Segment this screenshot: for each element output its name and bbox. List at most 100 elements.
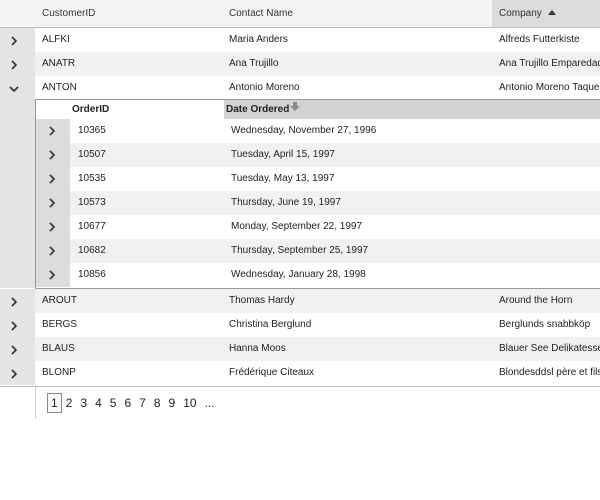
company-cell: Ana Trujillo Emparedados bbox=[499, 58, 600, 69]
detail-header: OrderID Date Ordered bbox=[36, 100, 600, 119]
date-ordered-cell: Tuesday, May 13, 1997 bbox=[231, 173, 335, 184]
chevron-right-icon[interactable] bbox=[46, 269, 58, 281]
orders-detail-table: OrderID Date Ordered 10365 Wednesday, No… bbox=[0, 99, 600, 289]
sort-descending-icon bbox=[290, 102, 300, 111]
customer-id-cell: ANTON bbox=[42, 82, 77, 93]
customers-grid: CustomerID Contact Name Company ALFKI Ma… bbox=[0, 0, 600, 419]
chevron-right-icon[interactable] bbox=[46, 221, 58, 233]
company-cell: Blauer See Delikatessen bbox=[499, 343, 600, 354]
row-expand-cell[interactable] bbox=[0, 313, 35, 337]
date-ordered-cell: Thursday, September 25, 1997 bbox=[231, 245, 369, 256]
table-row[interactable]: 10573 Thursday, June 19, 1997 bbox=[36, 191, 600, 215]
chevron-down-icon[interactable] bbox=[8, 83, 20, 95]
page-link[interactable]: 9 bbox=[165, 394, 180, 412]
table-row[interactable]: ANATR Ana Trujillo Ana Trujillo Empareda… bbox=[0, 52, 600, 76]
row-expand-cell[interactable] bbox=[0, 28, 35, 52]
chevron-right-icon[interactable] bbox=[8, 320, 20, 332]
company-cell: Berglunds snabbköp bbox=[499, 319, 591, 330]
chevron-right-icon[interactable] bbox=[8, 296, 20, 308]
chevron-right-icon[interactable] bbox=[46, 173, 58, 185]
row-expand-cell[interactable] bbox=[0, 289, 35, 313]
contact-name-cell: Ana Trujillo bbox=[229, 58, 279, 69]
chevron-right-icon[interactable] bbox=[46, 197, 58, 209]
pager-indent-band bbox=[0, 387, 36, 419]
order-id-cell: 10677 bbox=[78, 221, 106, 232]
customer-id-cell: AROUT bbox=[42, 295, 77, 306]
page-link[interactable]: 6 bbox=[120, 394, 135, 412]
row-expand-cell[interactable] bbox=[0, 337, 35, 361]
column-header-company[interactable]: Company bbox=[492, 0, 600, 27]
orders-detail-frame: OrderID Date Ordered 10365 Wednesday, No… bbox=[35, 99, 600, 289]
chevron-right-icon[interactable] bbox=[46, 149, 58, 161]
contact-name-cell: Frédérique Citeaux bbox=[229, 367, 315, 378]
table-row[interactable]: BERGS Christina Berglund Berglunds snabb… bbox=[0, 313, 600, 337]
column-header-company-label: Company bbox=[499, 8, 542, 19]
chevron-right-icon[interactable] bbox=[8, 35, 20, 47]
table-row[interactable]: 10507 Tuesday, April 15, 1997 bbox=[36, 143, 600, 167]
contact-name-cell: Antonio Moreno bbox=[229, 82, 300, 93]
table-row[interactable]: 10677 Monday, September 22, 1997 bbox=[36, 215, 600, 239]
page-link[interactable]: 5 bbox=[106, 394, 121, 412]
column-header-customer-id[interactable]: CustomerID bbox=[35, 0, 230, 27]
page-link[interactable]: 2 bbox=[62, 394, 77, 412]
page-link-more[interactable]: ... bbox=[201, 394, 219, 412]
date-ordered-cell: Thursday, June 19, 1997 bbox=[231, 197, 341, 208]
chevron-right-icon[interactable] bbox=[46, 245, 58, 257]
customer-id-cell: BLONP bbox=[42, 367, 76, 378]
column-header-date-ordered[interactable]: Date Ordered bbox=[224, 100, 600, 119]
contact-name-cell: Hanna Moos bbox=[229, 343, 286, 354]
row-expand-cell[interactable] bbox=[36, 191, 70, 215]
page-link-current[interactable]: 1 bbox=[47, 393, 62, 413]
pager: 1 2 3 4 5 6 7 8 9 10 ... bbox=[0, 386, 600, 419]
order-id-cell: 10573 bbox=[78, 197, 106, 208]
row-expand-cell[interactable] bbox=[36, 239, 70, 263]
row-expand-cell[interactable] bbox=[36, 215, 70, 239]
grid-header: CustomerID Contact Name Company bbox=[0, 0, 600, 28]
chevron-right-icon[interactable] bbox=[46, 125, 58, 137]
page-link[interactable]: 4 bbox=[91, 394, 106, 412]
company-cell: Blondesddsl père et fils bbox=[499, 367, 600, 378]
order-id-cell: 10365 bbox=[78, 125, 106, 136]
column-header-order-id[interactable]: OrderID bbox=[72, 100, 109, 119]
page-links: 1 2 3 4 5 6 7 8 9 10 ... bbox=[47, 393, 219, 413]
customer-id-cell: ALFKI bbox=[42, 34, 70, 45]
table-row[interactable]: AROUT Thomas Hardy Around the Horn bbox=[0, 289, 600, 313]
page-link[interactable]: 3 bbox=[76, 394, 91, 412]
row-expand-cell[interactable] bbox=[36, 263, 70, 287]
contact-name-cell: Thomas Hardy bbox=[229, 295, 295, 306]
table-row[interactable]: ALFKI Maria Anders Alfreds Futterkiste bbox=[0, 28, 600, 52]
column-header-contact-name[interactable]: Contact Name bbox=[223, 0, 498, 27]
column-header-order-id-label: OrderID bbox=[72, 104, 110, 115]
customer-id-cell: BLAUS bbox=[42, 343, 75, 354]
date-ordered-cell: Wednesday, November 27, 1996 bbox=[231, 125, 377, 136]
order-id-cell: 10682 bbox=[78, 245, 106, 256]
company-cell: Antonio Moreno Taquería bbox=[499, 82, 600, 93]
table-row[interactable]: 10535 Tuesday, May 13, 1997 bbox=[36, 167, 600, 191]
table-row[interactable]: 10856 Wednesday, January 28, 1998 bbox=[36, 263, 600, 287]
table-row[interactable]: 10682 Thursday, September 25, 1997 bbox=[36, 239, 600, 263]
chevron-right-icon[interactable] bbox=[8, 344, 20, 356]
page-link[interactable]: 10 bbox=[179, 394, 200, 412]
table-row-expanded[interactable]: ANTON Antonio Moreno Antonio Moreno Taqu… bbox=[0, 76, 600, 100]
row-expand-cell[interactable] bbox=[36, 167, 70, 191]
header-expand-column bbox=[0, 0, 35, 27]
row-expand-cell[interactable] bbox=[36, 119, 70, 143]
row-expand-cell[interactable] bbox=[0, 52, 35, 76]
order-id-cell: 10856 bbox=[78, 269, 106, 280]
chevron-right-icon[interactable] bbox=[8, 368, 20, 380]
page-link[interactable]: 8 bbox=[150, 394, 165, 412]
row-collapse-cell[interactable] bbox=[0, 76, 35, 99]
row-expand-cell[interactable] bbox=[36, 143, 70, 167]
contact-name-cell: Maria Anders bbox=[229, 34, 288, 45]
table-row[interactable]: 10365 Wednesday, November 27, 1996 bbox=[36, 119, 600, 143]
column-header-customer-id-label: CustomerID bbox=[42, 8, 96, 19]
table-row[interactable]: BLAUS Hanna Moos Blauer See Delikatessen bbox=[0, 337, 600, 361]
customer-id-cell: BERGS bbox=[42, 319, 78, 330]
company-cell: Around the Horn bbox=[499, 295, 573, 306]
chevron-right-icon[interactable] bbox=[8, 59, 20, 71]
table-row[interactable]: BLONP Frédérique Citeaux Blondesddsl pèr… bbox=[0, 361, 600, 385]
row-expand-cell[interactable] bbox=[0, 361, 35, 385]
detail-indent-band bbox=[0, 99, 35, 288]
company-cell: Alfreds Futterkiste bbox=[499, 34, 580, 45]
page-link[interactable]: 7 bbox=[135, 394, 150, 412]
